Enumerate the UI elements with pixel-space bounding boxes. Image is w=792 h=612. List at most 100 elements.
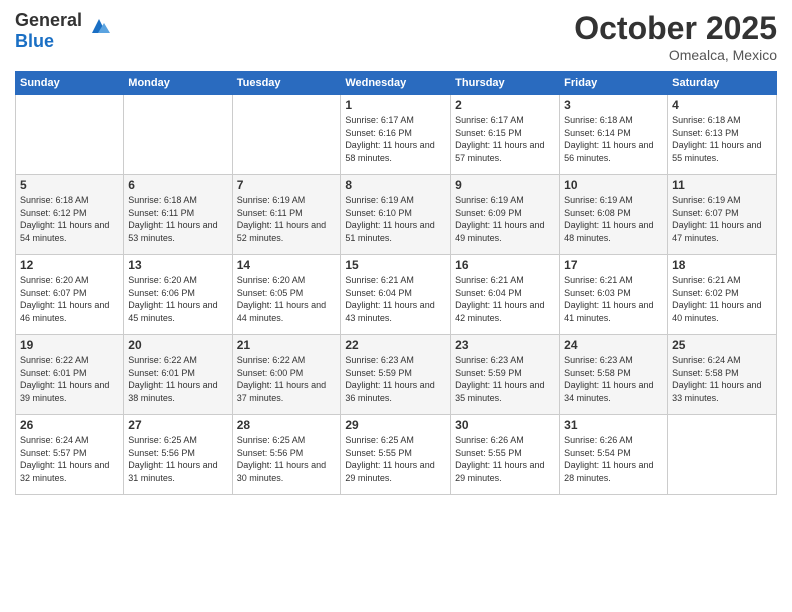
day-info: Sunrise: 6:24 AMSunset: 5:57 PMDaylight:… — [20, 434, 119, 484]
day-number: 18 — [672, 258, 772, 272]
day-cell: 3Sunrise: 6:18 AMSunset: 6:14 PMDaylight… — [560, 95, 668, 175]
day-number: 29 — [345, 418, 446, 432]
day-number: 22 — [345, 338, 446, 352]
day-cell: 5 Sunrise: 6:18 AMSunset: 6:12 PMDaylight… — [16, 175, 124, 255]
day-cell: 14Sunrise: 6:20 AMSunset: 6:05 PMDayligh… — [232, 255, 341, 335]
day-info: Sunrise: 6:26 AMSunset: 5:55 PMDaylight:… — [455, 434, 555, 484]
logo-text: General Blue — [15, 10, 82, 52]
week-row-1: 1 Sunrise: 6:17 AMSunset: 6:16 PMDaylight… — [16, 95, 777, 175]
day-number: 21 — [237, 338, 337, 352]
weekday-header-monday: Monday — [124, 72, 232, 95]
logo: General Blue — [15, 10, 114, 52]
month-title: October 2025 — [574, 10, 777, 47]
day-cell: 22 Sunrise: 6:23 AMSunset: 5:59 PMDayligh… — [341, 335, 451, 415]
day-cell: 13 Sunrise: 6:20 AMSunset: 6:06 PMDayligh… — [124, 255, 232, 335]
week-row-4: 19 Sunrise: 6:22 AMSunset: 6:01 PMDayligh… — [16, 335, 777, 415]
day-info: Sunrise: 6:23 AMSunset: 5:59 PMDaylight:… — [455, 354, 555, 404]
day-info: Sunrise: 6:24 AMSunset: 5:58 PMDaylight:… — [672, 354, 772, 404]
day-info: Sunrise: 6:21 AMSunset: 6:02 PMDaylight:… — [672, 274, 772, 324]
day-info: Sunrise: 6:19 AMSunset: 6:10 PMDaylight:… — [345, 194, 446, 244]
day-cell: 11 Sunrise: 6:19 AMSunset: 6:07 PMDayligh… — [668, 175, 777, 255]
day-cell — [668, 415, 777, 495]
weekday-header-thursday: Thursday — [451, 72, 560, 95]
day-cell: 1 Sunrise: 6:17 AMSunset: 6:16 PMDaylight… — [341, 95, 451, 175]
day-info: Sunrise: 6:19 AMSunset: 6:11 PMDaylight:… — [237, 194, 337, 244]
day-info: Sunrise: 6:18 AMSunset: 6:12 PMDaylight:… — [20, 194, 119, 244]
day-cell: 9Sunrise: 6:19 AMSunset: 6:09 PMDaylight… — [451, 175, 560, 255]
day-cell: 16 Sunrise: 6:21 AMSunset: 6:04 PMDayligh… — [451, 255, 560, 335]
day-info: Sunrise: 6:20 AMSunset: 6:05 PMDaylight:… — [237, 274, 337, 324]
day-cell — [124, 95, 232, 175]
day-cell: 24 Sunrise: 6:23 AMSunset: 5:58 PMDayligh… — [560, 335, 668, 415]
day-info: Sunrise: 6:17 AMSunset: 6:15 PMDaylight:… — [455, 114, 555, 164]
day-cell: 31Sunrise: 6:26 AMSunset: 5:54 PMDayligh… — [560, 415, 668, 495]
day-info: Sunrise: 6:19 AMSunset: 6:08 PMDaylight:… — [564, 194, 663, 244]
weekday-header-saturday: Saturday — [668, 72, 777, 95]
day-info: Sunrise: 6:21 AMSunset: 6:04 PMDaylight:… — [345, 274, 446, 324]
weekday-header-friday: Friday — [560, 72, 668, 95]
week-row-3: 12Sunrise: 6:20 AMSunset: 6:07 PMDayligh… — [16, 255, 777, 335]
day-number: 20 — [128, 338, 227, 352]
day-number: 24 — [564, 338, 663, 352]
weekday-header-sunday: Sunday — [16, 72, 124, 95]
day-cell: 26 Sunrise: 6:24 AMSunset: 5:57 PMDayligh… — [16, 415, 124, 495]
weekday-header-tuesday: Tuesday — [232, 72, 341, 95]
day-info: Sunrise: 6:21 AMSunset: 6:04 PMDaylight:… — [455, 274, 555, 324]
day-info: Sunrise: 6:21 AMSunset: 6:03 PMDaylight:… — [564, 274, 663, 324]
week-row-2: 5 Sunrise: 6:18 AMSunset: 6:12 PMDaylight… — [16, 175, 777, 255]
week-row-5: 26 Sunrise: 6:24 AMSunset: 5:57 PMDayligh… — [16, 415, 777, 495]
day-number: 1 — [345, 98, 446, 112]
day-cell: 8 Sunrise: 6:19 AMSunset: 6:10 PMDaylight… — [341, 175, 451, 255]
day-cell: 23Sunrise: 6:23 AMSunset: 5:59 PMDayligh… — [451, 335, 560, 415]
day-info: Sunrise: 6:23 AMSunset: 5:59 PMDaylight:… — [345, 354, 446, 404]
weekday-header-wednesday: Wednesday — [341, 72, 451, 95]
day-cell: 4 Sunrise: 6:18 AMSunset: 6:13 PMDaylight… — [668, 95, 777, 175]
day-cell: 29Sunrise: 6:25 AMSunset: 5:55 PMDayligh… — [341, 415, 451, 495]
logo-icon — [84, 11, 114, 41]
day-info: Sunrise: 6:23 AMSunset: 5:58 PMDaylight:… — [564, 354, 663, 404]
title-section: October 2025 Omealca, Mexico — [574, 10, 777, 63]
day-info: Sunrise: 6:26 AMSunset: 5:54 PMDaylight:… — [564, 434, 663, 484]
day-number: 16 — [455, 258, 555, 272]
day-number: 8 — [345, 178, 446, 192]
day-number: 5 — [20, 178, 119, 192]
day-cell — [232, 95, 341, 175]
day-info: Sunrise: 6:19 AMSunset: 6:09 PMDaylight:… — [455, 194, 555, 244]
day-cell: 7 Sunrise: 6:19 AMSunset: 6:11 PMDaylight… — [232, 175, 341, 255]
weekday-header-row: SundayMondayTuesdayWednesdayThursdayFrid… — [16, 72, 777, 95]
day-number: 30 — [455, 418, 555, 432]
day-number: 27 — [128, 418, 227, 432]
day-number: 26 — [20, 418, 119, 432]
day-number: 11 — [672, 178, 772, 192]
logo-blue: Blue — [15, 31, 54, 51]
day-cell: 6Sunrise: 6:18 AMSunset: 6:11 PMDaylight… — [124, 175, 232, 255]
day-cell: 18 Sunrise: 6:21 AMSunset: 6:02 PMDayligh… — [668, 255, 777, 335]
day-number: 28 — [237, 418, 337, 432]
day-info: Sunrise: 6:18 AMSunset: 6:14 PMDaylight:… — [564, 114, 663, 164]
day-cell: 15Sunrise: 6:21 AMSunset: 6:04 PMDayligh… — [341, 255, 451, 335]
day-info: Sunrise: 6:20 AMSunset: 6:06 PMDaylight:… — [128, 274, 227, 324]
day-cell: 10 Sunrise: 6:19 AMSunset: 6:08 PMDayligh… — [560, 175, 668, 255]
day-info: Sunrise: 6:19 AMSunset: 6:07 PMDaylight:… — [672, 194, 772, 244]
day-cell — [16, 95, 124, 175]
calendar-table: SundayMondayTuesdayWednesdayThursdayFrid… — [15, 71, 777, 495]
header: General Blue October 2025 Omealca, Mexic… — [15, 10, 777, 63]
day-number: 17 — [564, 258, 663, 272]
day-cell: 28 Sunrise: 6:25 AMSunset: 5:56 PMDayligh… — [232, 415, 341, 495]
day-info: Sunrise: 6:22 AMSunset: 6:01 PMDaylight:… — [128, 354, 227, 404]
day-info: Sunrise: 6:22 AMSunset: 6:01 PMDaylight:… — [20, 354, 119, 404]
day-cell: 25 Sunrise: 6:24 AMSunset: 5:58 PMDayligh… — [668, 335, 777, 415]
day-number: 10 — [564, 178, 663, 192]
day-info: Sunrise: 6:25 AMSunset: 5:56 PMDaylight:… — [237, 434, 337, 484]
day-number: 13 — [128, 258, 227, 272]
day-number: 4 — [672, 98, 772, 112]
day-number: 7 — [237, 178, 337, 192]
day-number: 25 — [672, 338, 772, 352]
calendar-container: General Blue October 2025 Omealca, Mexic… — [0, 0, 792, 505]
day-info: Sunrise: 6:18 AMSunset: 6:13 PMDaylight:… — [672, 114, 772, 164]
day-info: Sunrise: 6:17 AMSunset: 6:16 PMDaylight:… — [345, 114, 446, 164]
day-number: 12 — [20, 258, 119, 272]
day-number: 19 — [20, 338, 119, 352]
day-cell: 17 Sunrise: 6:21 AMSunset: 6:03 PMDayligh… — [560, 255, 668, 335]
day-info: Sunrise: 6:22 AMSunset: 6:00 PMDaylight:… — [237, 354, 337, 404]
